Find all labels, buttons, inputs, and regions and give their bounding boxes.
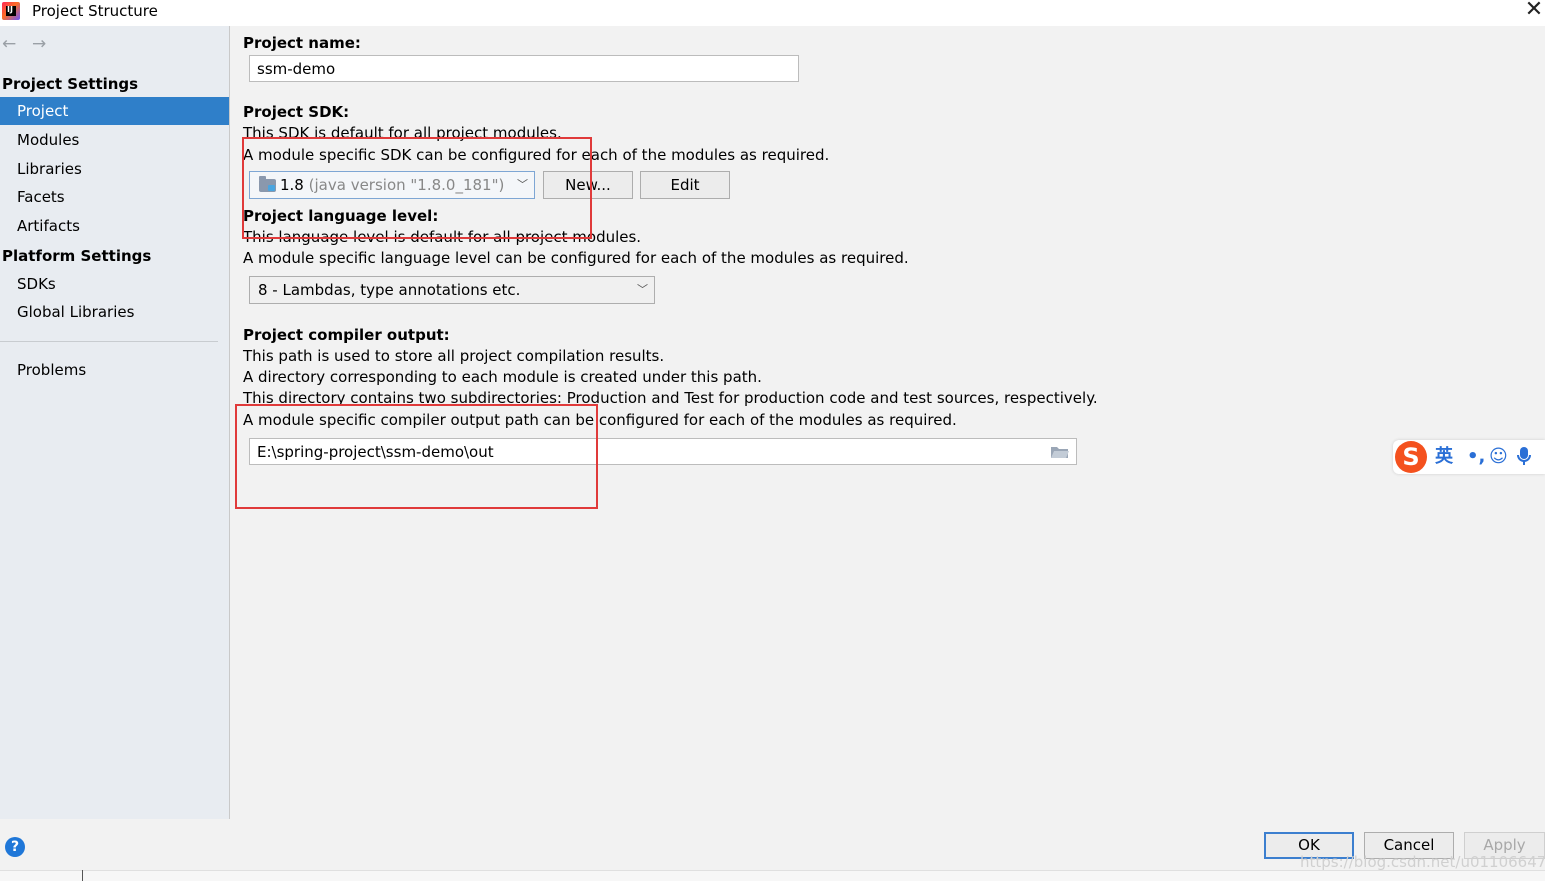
sidebar-item-facets[interactable]: Facets <box>0 183 229 211</box>
language-level-select[interactable]: 8 - Lambdas, type annotations etc. ﹀ <box>249 276 655 304</box>
forward-arrow-icon[interactable]: → <box>32 34 46 54</box>
back-arrow-icon[interactable]: ← <box>2 34 16 54</box>
sogou-logo-icon[interactable]: S <box>1395 441 1427 473</box>
jdk-folder-icon <box>259 176 276 192</box>
project-sdk-label: Project SDK: <box>243 103 350 121</box>
compiler-output-desc-2: A directory corresponding to each module… <box>243 368 762 386</box>
edit-sdk-button[interactable]: Edit <box>640 171 730 199</box>
sidebar-item-global-libraries[interactable]: Global Libraries <box>0 298 229 326</box>
project-name-label: Project name: <box>243 34 361 52</box>
sidebar-item-problems[interactable]: Problems <box>0 356 229 384</box>
ime-microphone-icon[interactable] <box>1517 446 1531 472</box>
language-level-value: 8 - Lambdas, type annotations etc. <box>258 281 521 299</box>
sdk-version: 1.8 <box>280 176 304 194</box>
help-icon[interactable]: ? <box>5 837 25 857</box>
compiler-output-path-input[interactable] <box>249 438 1077 465</box>
sidebar-item-artifacts[interactable]: Artifacts <box>0 212 229 240</box>
platform-settings-header: Platform Settings <box>2 247 152 265</box>
new-sdk-button[interactable]: New... <box>543 171 633 199</box>
compiler-output-desc-1: This path is used to store all project c… <box>243 347 665 365</box>
chevron-down-icon: ﹀ <box>517 178 528 191</box>
project-sdk-desc-1: This SDK is default for all project modu… <box>243 124 562 142</box>
project-sdk-desc-2: A module specific SDK can be configured … <box>243 146 830 164</box>
chevron-down-icon: ﹀ <box>637 283 648 296</box>
ime-punctuation-icon[interactable]: •, <box>1467 446 1485 468</box>
compiler-output-label: Project compiler output: <box>243 326 450 344</box>
sdk-version-detail: (java version "1.8.0_181") <box>308 176 505 194</box>
language-level-desc-2: A module specific language level can be … <box>243 249 909 267</box>
project-settings-panel: Project name: Project SDK: This SDK is d… <box>231 26 1545 819</box>
sidebar-divider <box>0 341 218 342</box>
sdk-select[interactable]: 1.8 (java version "1.8.0_181") ﹀ <box>249 171 535 199</box>
sidebar-item-project[interactable]: Project <box>0 97 229 125</box>
watermark-text: https://blog.csdn.net/u011066470 <box>1300 853 1545 871</box>
ime-toolbar[interactable]: S 英 •, ☺ <box>1393 440 1545 474</box>
ime-emoji-icon[interactable]: ☺ <box>1489 446 1508 468</box>
intellij-app-icon: IJ <box>2 2 20 20</box>
language-level-label: Project language level: <box>243 207 439 225</box>
taskbar-divider <box>82 870 83 881</box>
compiler-output-desc-3: This directory contains two subdirectori… <box>243 389 1098 407</box>
taskbar-edge <box>0 870 1545 881</box>
compiler-output-desc-4: A module specific compiler output path c… <box>243 411 957 429</box>
close-icon[interactable]: ✕ <box>1523 0 1545 22</box>
folder-browse-icon[interactable] <box>1050 444 1070 459</box>
window-title: Project Structure <box>32 2 158 20</box>
project-settings-header: Project Settings <box>2 75 139 93</box>
sidebar: ← → Project Settings Project Modules Lib… <box>0 26 230 819</box>
title-bar: IJ Project Structure ✕ <box>0 0 1545 26</box>
sidebar-item-libraries[interactable]: Libraries <box>0 155 229 183</box>
sidebar-item-modules[interactable]: Modules <box>0 126 229 154</box>
ime-language-toggle[interactable]: 英 <box>1435 446 1453 468</box>
sidebar-item-sdks[interactable]: SDKs <box>0 270 229 298</box>
language-level-desc-1: This language level is default for all p… <box>243 228 642 246</box>
project-name-input[interactable] <box>249 55 799 82</box>
